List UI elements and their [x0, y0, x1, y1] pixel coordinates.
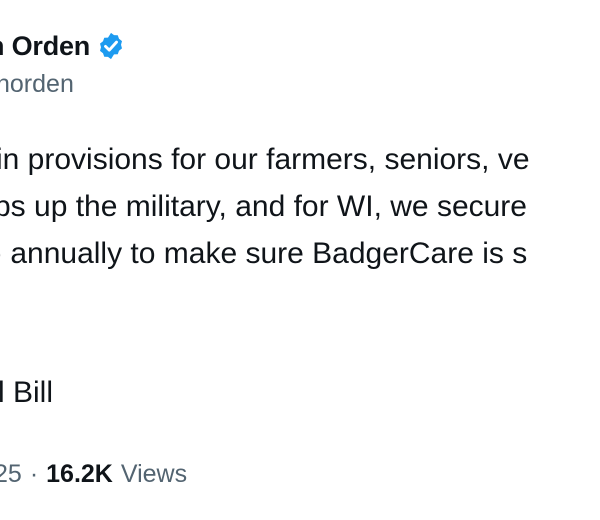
tweet-link-text[interactable]: l Bill [0, 376, 53, 410]
author-name-row: n Orden [0, 26, 126, 66]
tweet-text: in provisions for our farmers, seniors, … [0, 136, 600, 277]
views-label[interactable]: Views [121, 460, 187, 489]
tweet-meta: 25 · 16.2K Views [0, 460, 187, 489]
tweet-date[interactable]: 25 [0, 460, 22, 489]
author-handle[interactable]: norden [0, 70, 74, 99]
tweet-line: in provisions for our farmers, seniors, … [0, 143, 530, 176]
meta-separator: · [29, 460, 39, 488]
author-display-name[interactable]: n Orden [0, 31, 90, 62]
tweet-line: ps up the military, and for WI, we secur… [0, 190, 527, 223]
tweet-line: ) annually to make sure BadgerCare is s [0, 237, 528, 270]
verified-badge-icon[interactable] [96, 31, 126, 61]
views-count[interactable]: 16.2K [46, 460, 113, 489]
